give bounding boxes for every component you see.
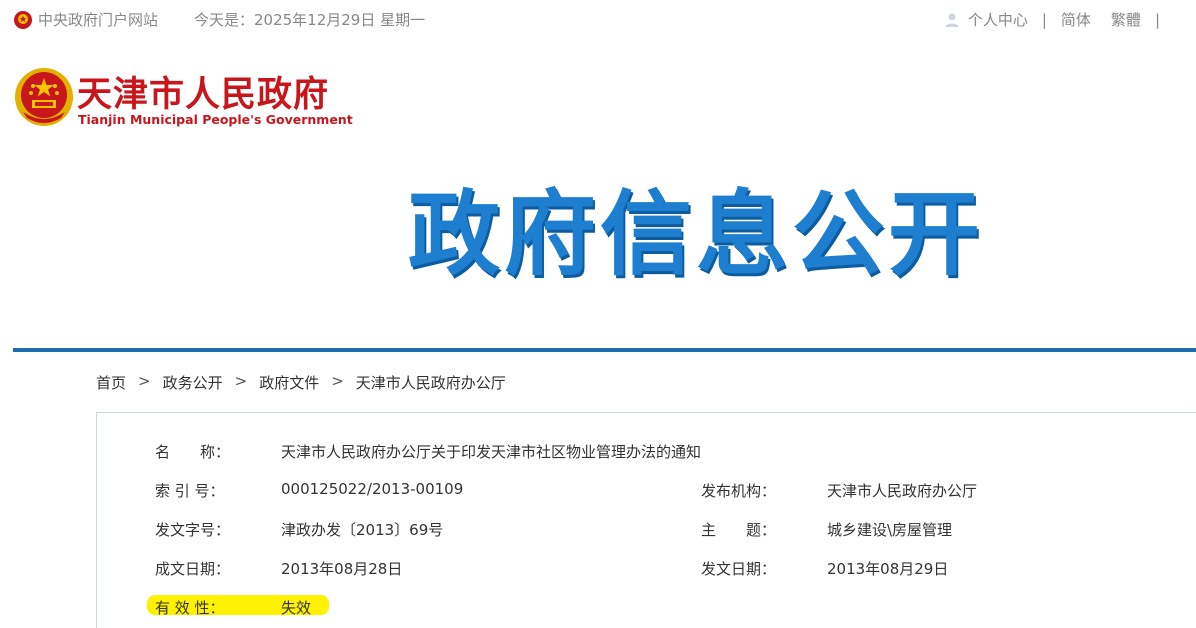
doc-subject-value: 城乡建设\房屋管理 <box>827 521 953 539</box>
banner-title: 政府信息公开 <box>408 181 985 288</box>
doc-publisher-value: 天津市人民政府办公厅 <box>827 482 978 500</box>
separator: | <box>1041 10 1047 29</box>
breadcrumb-gov-documents[interactable]: 政府文件 <box>259 372 319 393</box>
breadcrumb: 首页 > 政务公开 > 政府文件 > 天津市人民政府办公厅 <box>96 372 506 393</box>
logo-title-cn: 天津市人民政府 <box>77 75 330 115</box>
doc-name-label: 名 称： <box>155 443 231 461</box>
breadcrumb-general-office[interactable]: 天津市人民政府办公厅 <box>356 372 506 393</box>
logo-title-en: Tianjin Municipal People's Government <box>78 112 353 127</box>
doc-validity-row: 有 效 性： 失效 <box>147 593 329 617</box>
doc-index-label: 索 引 号： <box>155 482 225 500</box>
today-date: 今天是：2025年12月29日 星期一 <box>194 11 426 29</box>
top-right-nav: 个人中心 | 简体 繁體 | <box>944 9 1174 30</box>
doc-created-label: 成文日期： <box>155 560 231 578</box>
breadcrumb-home[interactable]: 首页 <box>96 372 126 393</box>
breadcrumb-arrow: > <box>234 372 248 390</box>
doc-number-value: 津政办发〔2013〕69号 <box>281 521 444 539</box>
top-bar: 中央政府门户网站 今天是：2025年12月29日 星期一 个人中心 | 简体 繁… <box>0 0 1196 38</box>
doc-validity-label: 有 效 性： <box>155 599 225 617</box>
page-banner: 政府信息公开 <box>408 180 1008 290</box>
doc-created-value: 2013年08月28日 <box>281 560 403 578</box>
breadcrumb-gov-affairs[interactable]: 政务公开 <box>163 372 223 393</box>
doc-validity-value: 失效 <box>281 599 312 617</box>
doc-issued-value: 2013年08月29日 <box>827 560 949 578</box>
divider <box>13 348 1196 352</box>
site-logo[interactable]: 天津市人民政府 Tianjin Municipal People's Gover… <box>13 64 373 134</box>
central-gov-portal-link[interactable]: 中央政府门户网站 <box>38 9 158 30</box>
doc-issued-label: 发文日期： <box>701 560 777 578</box>
doc-publisher-label: 发布机构： <box>701 482 777 500</box>
traditional-chinese-link[interactable]: 繁體 <box>1111 9 1141 30</box>
doc-subject-label: 主 题： <box>701 521 777 539</box>
doc-name-value: 天津市人民政府办公厅关于印发天津市社区物业管理办法的通知 <box>281 443 702 461</box>
doc-number-label: 发文字号： <box>155 521 231 539</box>
document-info-panel: 名 称： 天津市人民政府办公厅关于印发天津市社区物业管理办法的通知 索 引 号：… <box>96 412 1196 628</box>
user-icon[interactable] <box>944 12 960 28</box>
national-emblem-icon <box>14 11 32 29</box>
breadcrumb-arrow: > <box>138 372 151 390</box>
national-emblem-icon <box>15 68 73 126</box>
simplified-chinese-link[interactable]: 简体 <box>1061 9 1091 30</box>
breadcrumb-arrow: > <box>331 372 344 390</box>
user-center-link[interactable]: 个人中心 <box>968 9 1028 30</box>
doc-index-value: 000125022/2013-00109 <box>281 480 464 498</box>
separator: | <box>1154 10 1160 29</box>
